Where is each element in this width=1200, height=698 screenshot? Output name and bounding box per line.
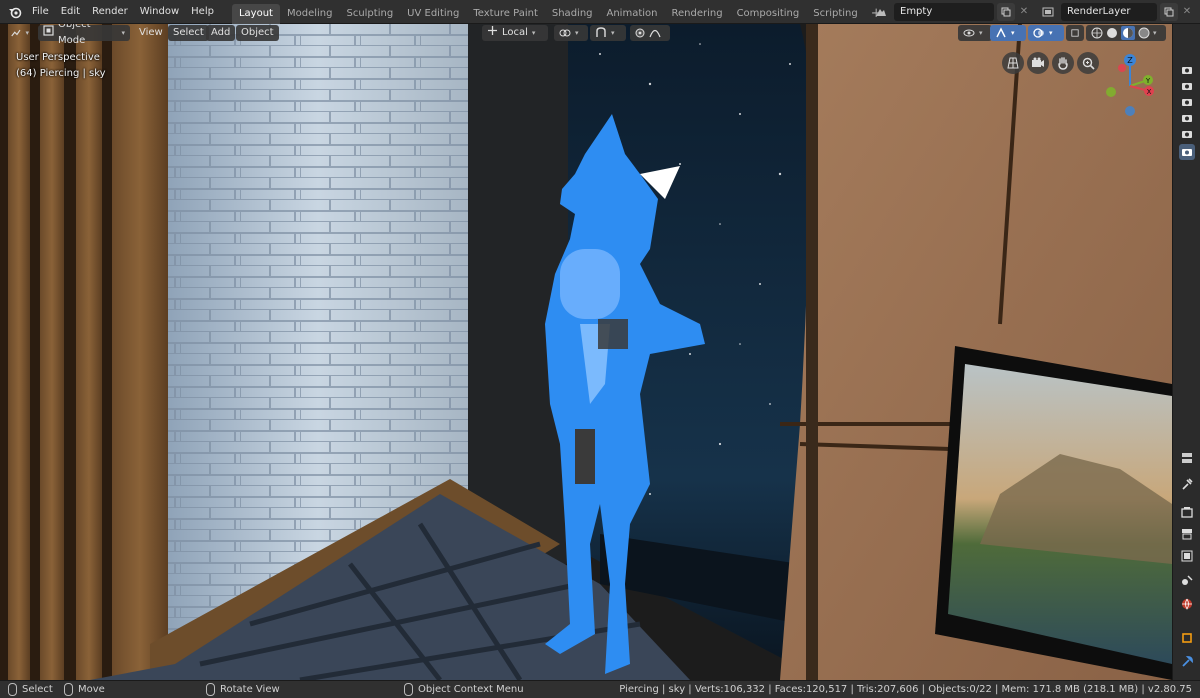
3d-viewport[interactable]: ▾ Object Mode ▾ View Select Add Object L… (0, 24, 1172, 680)
menu-render[interactable]: Render (86, 2, 134, 22)
overlays-toggle-button[interactable]: ▾ (1028, 25, 1064, 41)
axis-z-label: Z (1127, 56, 1133, 65)
rendered-shading-icon (1138, 27, 1150, 39)
menu-select[interactable]: Select (168, 25, 209, 41)
xray-toggle-button[interactable] (1066, 25, 1084, 41)
scene-render (0, 24, 1172, 680)
copy-layer-icon[interactable] (1160, 3, 1178, 21)
orientation-label: Local (502, 27, 528, 38)
menu-edit[interactable]: Edit (55, 2, 86, 22)
camera-icon[interactable] (1179, 78, 1195, 94)
menu-help[interactable]: Help (185, 2, 220, 22)
blender-logo-icon[interactable] (4, 1, 26, 23)
tab-scripting[interactable]: Scripting (806, 4, 864, 24)
pivot-point-button[interactable]: ▾ (554, 25, 588, 41)
hand-icon[interactable] (1052, 52, 1074, 74)
tab-uv-editing[interactable]: UV Editing (400, 4, 466, 24)
scene-icon[interactable] (868, 3, 894, 21)
menu-file[interactable]: File (26, 2, 55, 22)
render-icon[interactable] (1179, 504, 1195, 520)
tab-sculpting[interactable]: Sculpting (339, 4, 400, 24)
workspace-tabs: Layout Modeling Sculpting UV Editing Tex… (231, 0, 888, 24)
status-context: Object Context Menu (404, 683, 524, 696)
transform-orientation-dropdown[interactable]: Local ▾ (482, 25, 548, 41)
camera-icon[interactable] (1027, 52, 1049, 74)
axis-x-label: X (1147, 88, 1152, 96)
output-icon[interactable] (1179, 526, 1195, 542)
camera-icon[interactable] (1179, 62, 1195, 78)
close-scene-icon[interactable]: ✕ (1017, 3, 1031, 21)
tab-compositing[interactable]: Compositing (730, 4, 807, 24)
status-bar: Select Move Rotate View Object Context M… (0, 680, 1200, 698)
status-select-label: Select (22, 684, 53, 695)
tool-icon[interactable] (1179, 476, 1195, 492)
object-mode-dropdown[interactable]: Object Mode ▾ (38, 24, 130, 46)
grid-icon[interactable] (1179, 450, 1195, 466)
object-info-label: (64) Piercing | sky (16, 68, 106, 79)
status-move-label: Move (78, 684, 105, 695)
object-mode-icon (43, 24, 54, 42)
camera-icon[interactable] (1179, 126, 1195, 142)
scene-selector-area: Empty ✕ RenderLayer ✕ (868, 0, 1200, 24)
scene-stats: Piercing | sky | Verts:106,332 | Faces:1… (619, 684, 1192, 695)
axis-gizmo[interactable]: Z Y X (1102, 52, 1162, 118)
camera-icon[interactable] (1179, 94, 1195, 110)
tab-rendering[interactable]: Rendering (664, 4, 729, 24)
viewport-header: ▾ Object Mode ▾ View Select Add Object L… (0, 24, 1172, 46)
material-shading-icon (1121, 26, 1135, 40)
status-context-label: Object Context Menu (418, 684, 524, 695)
solid-shading-icon (1107, 28, 1117, 38)
menu-add[interactable]: Add (206, 25, 236, 41)
snap-button[interactable]: ▾ (590, 25, 626, 41)
orientation-icon (487, 25, 498, 42)
mouse-icon (8, 683, 17, 696)
status-select: Select (8, 683, 53, 696)
zoom-icon[interactable] (1077, 52, 1099, 74)
menu-view[interactable]: View (134, 25, 168, 41)
world-icon[interactable] (1179, 596, 1195, 612)
view-layer-icon[interactable] (1035, 3, 1061, 21)
view-layer-field[interactable]: RenderLayer (1061, 3, 1157, 21)
proportional-editing-button[interactable] (630, 25, 670, 41)
status-rotate: Rotate View (206, 683, 280, 696)
wireframe-shading-icon (1091, 27, 1103, 39)
mouse-icon (64, 683, 73, 696)
object-mode-label: Object Mode (58, 24, 91, 46)
tab-shading[interactable]: Shading (545, 4, 600, 24)
modifier-icon[interactable] (1179, 654, 1195, 670)
axis-y-label: Y (1145, 77, 1151, 85)
tab-animation[interactable]: Animation (600, 4, 665, 24)
camera-icon[interactable] (1179, 110, 1195, 126)
grid-icon[interactable] (1002, 52, 1024, 74)
menu-object[interactable]: Object (236, 25, 279, 41)
chevron-down-icon: ▾ (121, 29, 125, 37)
properties-tab-strip (1172, 24, 1200, 680)
scene-name-field[interactable]: Empty (894, 3, 994, 21)
view-name-label: User Perspective (16, 52, 100, 63)
chevron-down-icon: ▾ (531, 29, 536, 37)
object-tab-icon[interactable] (1179, 630, 1195, 646)
mouse-icon (404, 683, 413, 696)
scene-tab-icon[interactable] (1179, 572, 1195, 588)
copy-icon[interactable] (997, 3, 1015, 21)
close-layer-icon[interactable]: ✕ (1180, 3, 1194, 21)
camera-icon[interactable] (1179, 144, 1195, 160)
tab-texture-paint[interactable]: Texture Paint (466, 4, 545, 24)
tab-layout[interactable]: Layout (231, 3, 280, 24)
mouse-icon (206, 683, 215, 696)
status-rotate-label: Rotate View (220, 684, 280, 695)
editor-type-icon[interactable]: ▾ (6, 25, 34, 41)
shading-modes[interactable]: ▾ (1086, 25, 1166, 41)
menu-window[interactable]: Window (134, 2, 185, 22)
gizmo-toggle-button[interactable]: ▾ (990, 25, 1026, 41)
top-bar: File Edit Render Window Help Layout Mode… (0, 0, 1200, 24)
view-layer-tab-icon[interactable] (1179, 548, 1195, 564)
visibility-button[interactable]: ▾ (958, 25, 992, 41)
tab-modeling[interactable]: Modeling (280, 4, 340, 24)
status-move: Move (64, 683, 105, 696)
